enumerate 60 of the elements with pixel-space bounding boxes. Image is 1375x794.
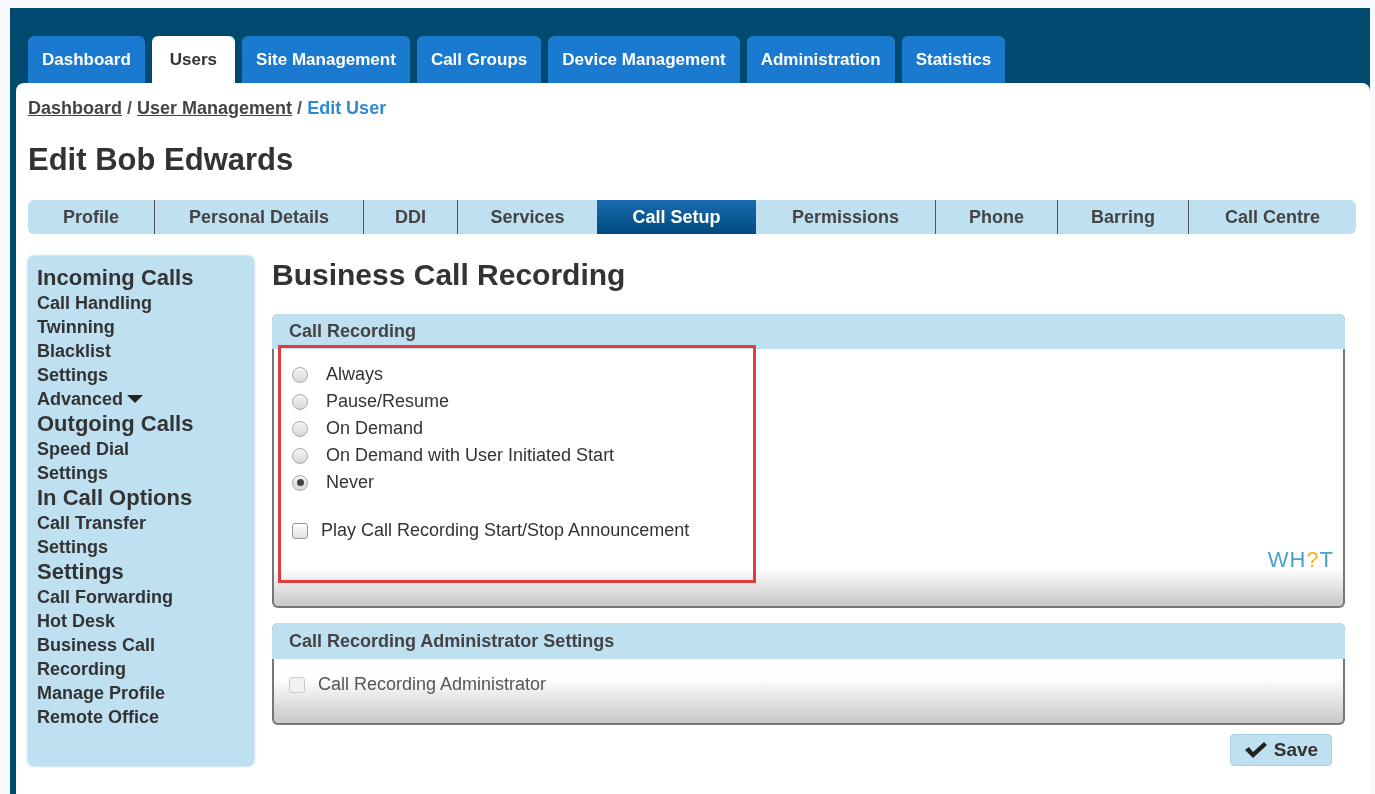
checkbox-label: Call Recording Administrator bbox=[318, 673, 547, 696]
option-label: On Demand bbox=[326, 417, 424, 440]
sidebar-link[interactable]: Settings bbox=[37, 461, 245, 485]
sidebar-link[interactable]: Advanced bbox=[37, 387, 245, 411]
sidebar-link[interactable]: Blacklist bbox=[37, 339, 245, 363]
sub-tab[interactable]: Permissions bbox=[756, 200, 935, 234]
sidebar-heading: Outgoing Calls bbox=[37, 411, 195, 437]
sub-tab[interactable]: Services bbox=[457, 200, 597, 234]
sub-tab[interactable]: DDI bbox=[363, 200, 457, 234]
sidebar-link[interactable]: Twinning bbox=[37, 315, 245, 339]
nav-tab[interactable]: Device Management bbox=[548, 36, 740, 83]
sidebar-link[interactable]: Remote Office bbox=[37, 705, 245, 729]
panel-header: Call Recording bbox=[272, 314, 1345, 349]
nav-tab[interactable]: Site Management bbox=[242, 36, 410, 83]
nav-tab[interactable]: Users bbox=[151, 36, 236, 83]
option-label: On Demand with User Initiated Start bbox=[326, 444, 615, 467]
checkbox[interactable] bbox=[292, 522, 308, 539]
sidebar-link[interactable]: Hot Desk bbox=[37, 609, 245, 633]
radio-button[interactable] bbox=[292, 474, 308, 491]
sub-tab[interactable]: Personal Details bbox=[154, 200, 363, 234]
breadcrumb-separator: / bbox=[127, 97, 133, 120]
sub-tab[interactable]: Barring bbox=[1057, 200, 1188, 234]
nav-tab[interactable]: Dashboard bbox=[28, 36, 145, 83]
sidebar-heading: Incoming Calls bbox=[37, 265, 195, 291]
radio-button[interactable] bbox=[292, 420, 308, 437]
radio-button[interactable] bbox=[292, 366, 308, 383]
section-heading: Business Call Recording bbox=[272, 257, 627, 292]
breadcrumb-separator: / bbox=[297, 97, 303, 120]
checkmark-icon bbox=[1243, 741, 1268, 759]
nav-tab[interactable]: Administration bbox=[746, 36, 895, 83]
logo: WH?T bbox=[1267, 549, 1334, 571]
panel-header: Call Recording Administrator Settings bbox=[272, 623, 1345, 659]
breadcrumb-current: Edit User bbox=[307, 97, 387, 120]
checkbox-label: Play Call Recording Start/Stop Announcement bbox=[321, 519, 690, 542]
option-label: Pause/Resume bbox=[326, 390, 450, 413]
radio-button[interactable] bbox=[292, 393, 308, 410]
radio-button[interactable] bbox=[292, 447, 308, 464]
save-button[interactable]: Save bbox=[1230, 734, 1332, 766]
nav-tab[interactable]: Call Groups bbox=[416, 36, 542, 83]
sidebar-link[interactable]: Settings bbox=[37, 535, 245, 559]
sidebar-link[interactable]: Manage Profile bbox=[37, 681, 245, 705]
page-title: Edit Bob Edwards bbox=[28, 141, 295, 177]
option-label: Never bbox=[326, 471, 374, 494]
sub-tab[interactable]: Profile bbox=[28, 200, 154, 234]
sidebar-link[interactable]: Call Handling bbox=[37, 291, 245, 315]
sidebar-heading: In Call Options bbox=[37, 485, 194, 511]
breadcrumb-link[interactable]: Dashboard bbox=[28, 95, 123, 122]
sub-tab[interactable]: Call Centre bbox=[1188, 200, 1356, 234]
sub-tab[interactable]: Call Setup bbox=[597, 200, 756, 234]
option-label: Always bbox=[326, 363, 383, 386]
sidebar-link[interactable]: Settings bbox=[37, 363, 245, 387]
sidebar-link[interactable]: Business Call Recording bbox=[37, 633, 245, 681]
breadcrumb-link[interactable]: User Management bbox=[137, 95, 293, 122]
caret-icon bbox=[127, 395, 144, 403]
nav-tab[interactable]: Statistics bbox=[901, 36, 1006, 83]
sidebar-link[interactable]: Call Forwarding bbox=[37, 585, 245, 609]
sidebar-heading: Settings bbox=[37, 559, 125, 585]
sub-tab[interactable]: Phone bbox=[935, 200, 1057, 234]
sidebar-link[interactable]: Call Transfer bbox=[37, 511, 245, 535]
sidebar-link[interactable]: Speed Dial bbox=[37, 437, 245, 461]
